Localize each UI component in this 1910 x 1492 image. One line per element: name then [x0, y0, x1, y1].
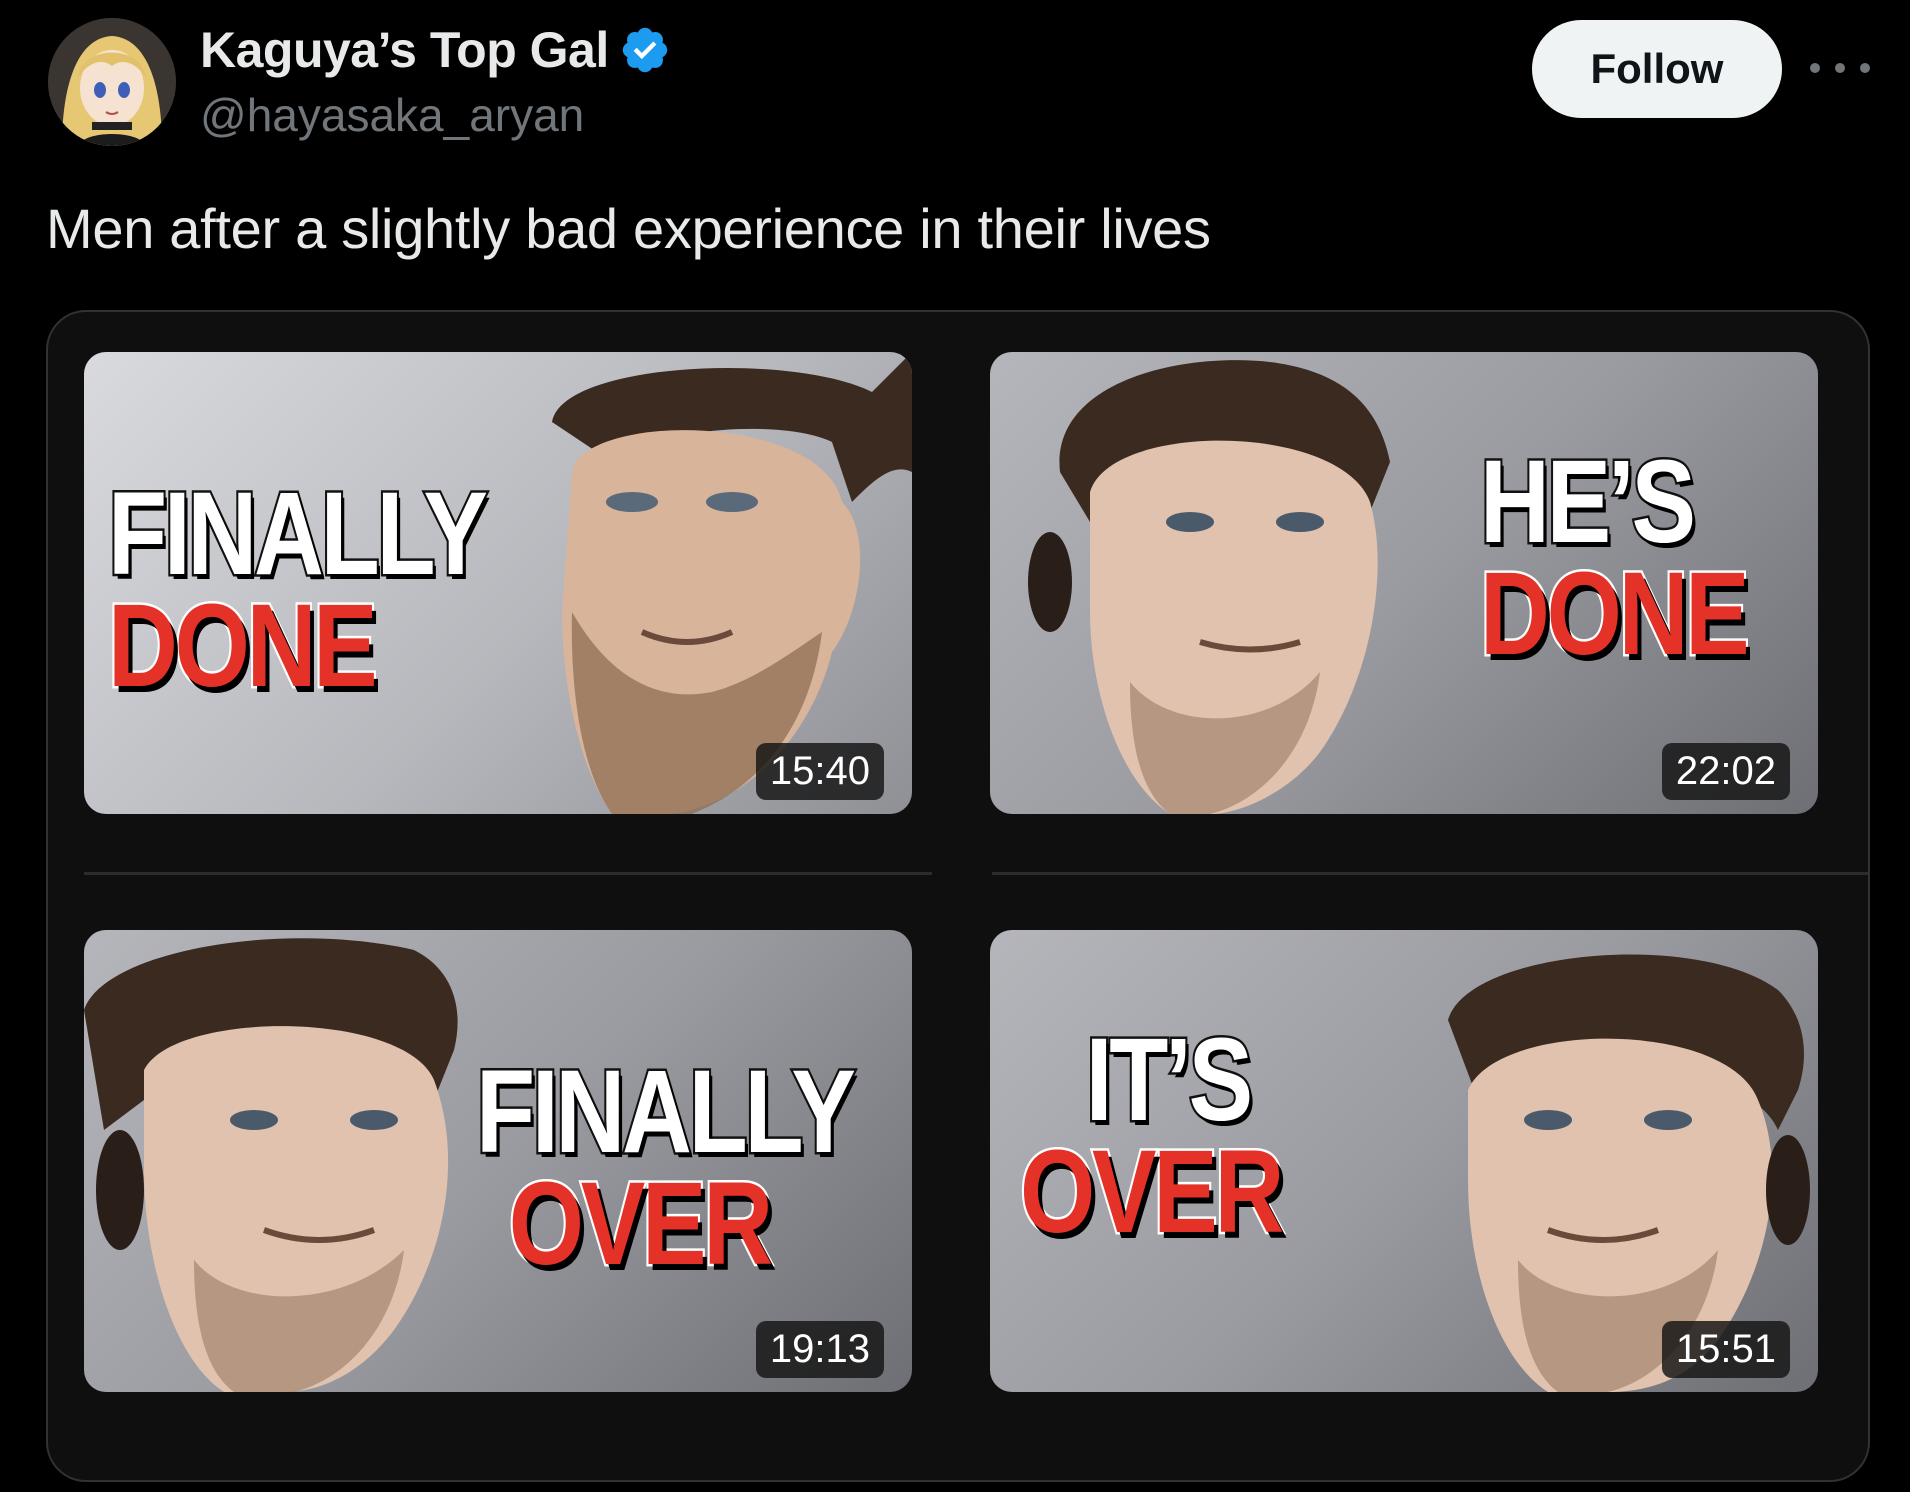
- more-options-icon[interactable]: [1810, 48, 1870, 88]
- video-duration: 15:40: [755, 743, 884, 800]
- follow-button[interactable]: Follow: [1532, 20, 1782, 118]
- tweet-card: Kaguya’s Top Gal @hayasaka_aryan Follow …: [0, 0, 1910, 1492]
- video-thumbnail-2[interactable]: HE’S DONE 22:02: [990, 352, 1818, 814]
- thumbnail-title-line-2: OVER: [1018, 1126, 1286, 1259]
- video-thumbnail-4[interactable]: IT’S OVER 15:51: [990, 930, 1818, 1392]
- thumbnail-title-line-1: FINALLY: [474, 1046, 858, 1178]
- thumbnail-title-line-2: OVER: [507, 1158, 775, 1291]
- video-thumbnail-3[interactable]: FINALLY OVER 19:13: [84, 930, 912, 1392]
- tweet-media[interactable]: FINALLY DONE 15:40 HE’S DONE 22:02 FINAL…: [46, 310, 1870, 1482]
- thumbnail-title: IT’S OVER: [1018, 1014, 1286, 1259]
- thumbnail-title-line-2: DONE: [106, 580, 380, 713]
- dot: [1860, 63, 1870, 73]
- verified-badge-icon[interactable]: [619, 24, 671, 76]
- thumbnail-title-line-1: IT’S: [1084, 1014, 1256, 1146]
- tweet-text: Men after a slightly bad experience in t…: [46, 197, 1211, 260]
- thumbnail-title-line-1: HE’S: [1478, 436, 1698, 568]
- thumbnail-title-line-1: FINALLY: [106, 468, 490, 600]
- face-photo-icon: [84, 938, 458, 1392]
- grid-divider: [84, 872, 932, 875]
- anime-avatar-icon: [48, 18, 176, 146]
- dot: [1835, 63, 1845, 73]
- dot: [1810, 63, 1820, 73]
- face-photo-icon: [1028, 360, 1390, 814]
- thumbnail-title: HE’S DONE: [1478, 436, 1752, 681]
- video-duration: 22:02: [1661, 743, 1790, 800]
- video-thumbnail-1[interactable]: FINALLY DONE 15:40: [84, 352, 912, 814]
- thumbnail-title: FINALLY DONE: [106, 468, 490, 713]
- grid-divider: [992, 872, 1868, 875]
- author-display-name[interactable]: Kaguya’s Top Gal: [200, 21, 609, 79]
- thumbnail-title-line-2: DONE: [1478, 548, 1752, 681]
- author-name-row: Kaguya’s Top Gal: [200, 20, 671, 80]
- video-duration: 15:51: [1661, 1321, 1790, 1378]
- thumbnail-title: FINALLY OVER: [474, 1046, 858, 1291]
- video-duration: 19:13: [755, 1321, 884, 1378]
- author-handle[interactable]: @hayasaka_aryan: [200, 88, 584, 142]
- author-avatar[interactable]: [48, 18, 176, 146]
